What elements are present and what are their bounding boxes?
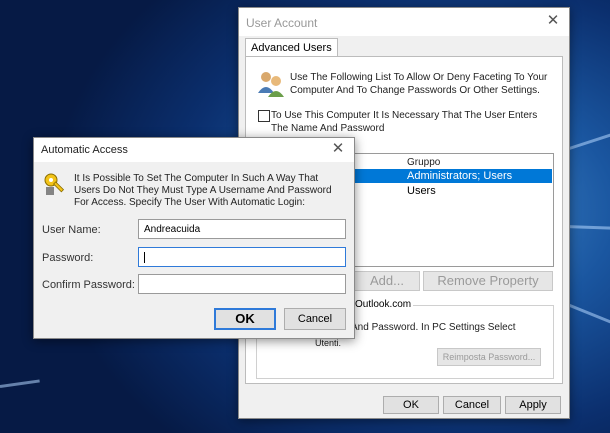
password-field[interactable]: [138, 247, 346, 267]
automatic-access-dialog: Automatic Access ✕ It Is Possible To Set…: [33, 137, 355, 339]
automatic-access-titlebar[interactable]: Automatic Access ✕: [34, 138, 354, 162]
reset-password-button[interactable]: Reimposta Password...: [437, 348, 541, 366]
add-button[interactable]: Add...: [354, 271, 420, 291]
username-field[interactable]: Andreacuida: [138, 219, 346, 239]
username-label: User Name:: [42, 224, 101, 236]
utenti-text: Utenti.: [315, 338, 342, 348]
group-cell: Users: [407, 185, 436, 197]
tab-advanced-users[interactable]: Advanced Users: [245, 38, 338, 57]
dialog-title: Automatic Access: [41, 144, 128, 156]
dialog-description: It Is Possible To Set The Computer In Su…: [74, 173, 332, 208]
checkbox-label: To Use This Computer It Is Necessary Tha…: [271, 110, 538, 134]
wallpaper-streak: [0, 379, 40, 388]
remove-property-button[interactable]: Remove Property: [423, 271, 553, 291]
window-title: User Account: [246, 16, 318, 30]
text-cursor: [144, 252, 145, 263]
confirm-password-field[interactable]: [138, 274, 346, 294]
close-icon[interactable]: ✕: [330, 141, 346, 157]
user-account-titlebar[interactable]: User Account ✕: [239, 8, 569, 36]
ok-button[interactable]: OK: [214, 308, 276, 330]
apply-button[interactable]: Apply: [505, 396, 561, 414]
ok-button[interactable]: OK: [383, 396, 439, 414]
password-text: And Password. In PC Settings Select: [351, 322, 516, 333]
close-icon[interactable]: ✕: [545, 13, 561, 29]
keys-icon: [44, 173, 65, 195]
password-label: Password:: [42, 252, 94, 264]
group-cell: Administrators; Users: [407, 170, 513, 182]
require-password-checkbox[interactable]: [258, 110, 270, 122]
cancel-button[interactable]: Cancel: [284, 308, 346, 330]
wallpaper-streak: [564, 225, 610, 230]
confirm-password-label: Confirm Password:: [42, 279, 135, 291]
users-icon: [258, 72, 284, 97]
column-header-group[interactable]: Gruppo: [407, 157, 440, 168]
outlook-text: Outlook.com: [353, 299, 414, 310]
intro-text: Use The Following List To Allow Or Deny …: [290, 72, 548, 96]
cancel-button[interactable]: Cancel: [443, 396, 501, 414]
